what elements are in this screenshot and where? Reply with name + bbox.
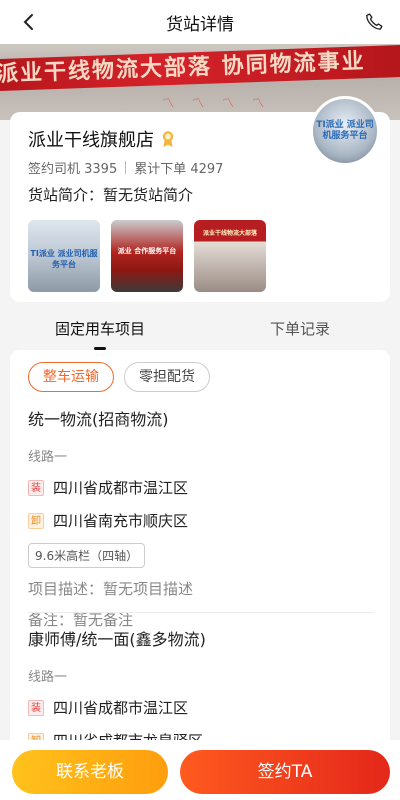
project-title: 康师傅/统一面(鑫多物流) <box>28 630 206 649</box>
load-stop: 装 四川省成都市温江区 <box>28 697 374 718</box>
bottom-action-bar: 联系老板 签约TA <box>0 740 400 800</box>
photo-caption: 派业干线物流大部落 <box>202 230 257 237</box>
tab-order-records[interactable]: 下单记录 <box>200 312 400 348</box>
page-title: 货站详情 <box>166 14 234 35</box>
type-chip-less-than-truckload[interactable]: 零担配货 <box>124 362 210 392</box>
project-item[interactable]: 康师傅/统一面(鑫多物流) 线路一 装 四川省成都市温江区 卸 四川省成都市龙泉… <box>28 626 374 750</box>
shop-stats: 签约司机 3395 累计下单 4297 <box>28 158 223 177</box>
shop-name-row: 派业干线旗舰店 <box>28 126 176 152</box>
vehicle-spec: 9.6米高栏（四轴） <box>28 543 146 568</box>
shop-photo[interactable]: 派业 合作服务平台 <box>111 220 183 292</box>
shop-photo[interactable]: 派业干线物流大部落 <box>194 220 266 292</box>
project-item[interactable]: 统一物流(招商物流) 线路一 装 四川省成都市温江区 卸 四川省南充市顺庆区 9… <box>28 406 374 630</box>
shop-photo[interactable]: TI派业 派业司机服务平台 <box>28 220 100 292</box>
section-tabs: 固定用车项目 下单记录 <box>0 312 400 350</box>
tab-label: 固定用车项目 <box>54 320 145 338</box>
contact-boss-button[interactable]: 联系老板 <box>12 750 168 794</box>
nav-bar: 货站详情 <box>0 0 400 44</box>
back-button[interactable] <box>14 8 42 36</box>
unload-stop: 卸 四川省南充市顺庆区 <box>28 510 374 531</box>
unload-address: 四川省南充市顺庆区 <box>53 512 189 530</box>
project-list-card: 整车运输 零担配货 统一物流(招商物流) 线路一 装 四川省成都市温江区 卸 四… <box>10 350 390 750</box>
shop-photos: TI派业 派业司机服务平台 派业 合作服务平台 派业干线物流大部落 <box>28 220 266 292</box>
route-label: 线路一 <box>28 450 68 465</box>
photo-caption: 派业 合作服务平台 <box>117 247 177 255</box>
banner-slogan: 派业干线物流大部落 协同物流事业 <box>0 44 400 92</box>
photo-caption: TI派业 派业司机服务平台 <box>30 249 98 269</box>
tab-fixed-projects[interactable]: 固定用车项目 <box>0 312 200 350</box>
award-icon <box>162 131 174 147</box>
route-label: 线路一 <box>28 670 68 685</box>
shop-info-card: 派业干线旗舰店 签约司机 3395 累计下单 4297 货站简介：暂无货站简介 … <box>10 96 390 302</box>
phone-icon <box>366 13 383 30</box>
load-stop: 装 四川省成都市温江区 <box>28 477 374 498</box>
type-chip-full-truckload[interactable]: 整车运输 <box>28 362 114 392</box>
load-address: 四川省成都市温江区 <box>53 699 189 717</box>
project-title: 统一物流(招商物流) <box>28 410 169 429</box>
signed-drivers: 签约司机 3395 <box>28 162 118 177</box>
banner-decoration: 〽〽〽〽 <box>162 96 283 110</box>
shop-name: 派业干线旗舰店 <box>28 130 154 151</box>
chevron-left-icon <box>23 14 33 30</box>
shop-intro: 货站简介：暂无货站简介 <box>28 186 194 204</box>
load-address: 四川省成都市温江区 <box>53 479 189 497</box>
total-orders: 累计下单 4297 <box>134 162 224 177</box>
avatar-text: TI派业 派业司机服务平台 <box>316 120 374 141</box>
sign-button[interactable]: 签约TA <box>180 750 390 794</box>
call-button[interactable] <box>360 8 388 36</box>
tab-label: 下单记录 <box>269 320 330 338</box>
load-tag: 装 <box>28 699 44 716</box>
stat-divider <box>125 161 127 174</box>
divider <box>28 612 374 613</box>
load-tag: 装 <box>28 479 44 496</box>
project-type-filter: 整车运输 零担配货 <box>28 362 210 392</box>
unload-tag: 卸 <box>28 512 44 529</box>
project-description: 项目描述：暂无项目描述 <box>28 580 194 598</box>
shop-avatar[interactable]: TI派业 派业司机服务平台 <box>310 96 380 166</box>
